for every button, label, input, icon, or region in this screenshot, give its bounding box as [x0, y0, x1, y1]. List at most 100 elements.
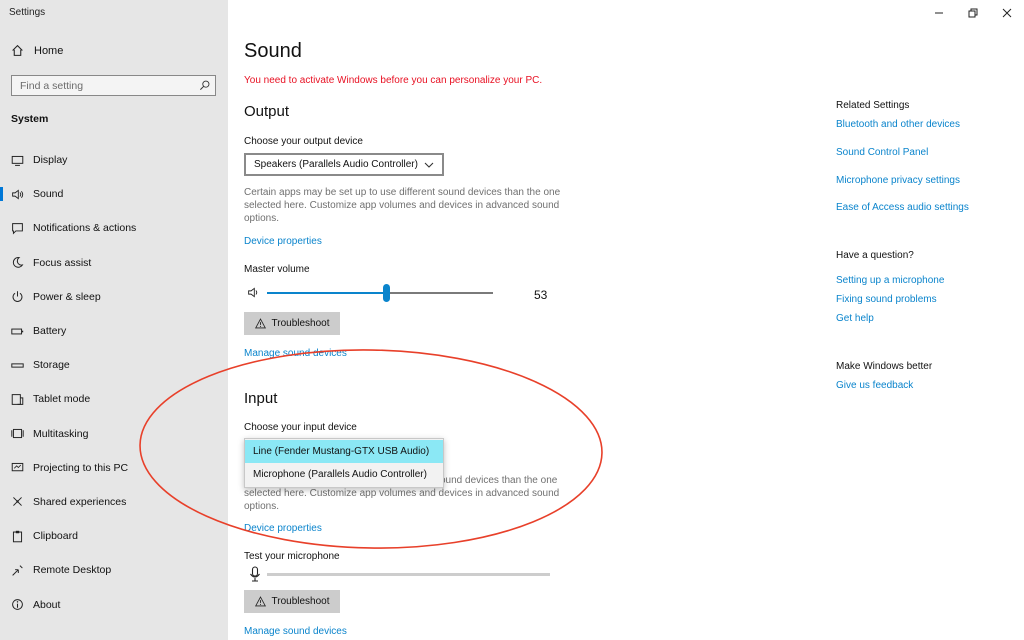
page-title: Sound	[244, 40, 302, 62]
help-link-get-help[interactable]: Get help	[836, 313, 874, 324]
master-volume-value: 53	[534, 288, 548, 302]
output-device-value: Speakers (Parallels Audio Controller)	[254, 159, 418, 170]
window-controls	[922, 0, 1024, 26]
sidebar-item-label: Multitasking	[33, 427, 89, 440]
sidebar-item-tablet-mode[interactable]: Tablet mode	[0, 382, 228, 416]
warning-icon	[254, 596, 266, 607]
mic-level-row	[244, 566, 564, 582]
output-troubleshoot-button[interactable]: Troubleshoot	[244, 312, 340, 335]
input-device-dropdown[interactable]: Line (Fender Mustang-GTX USB Audio) Micr…	[244, 438, 444, 488]
sidebar-item-storage[interactable]: Storage	[0, 348, 228, 382]
sidebar-item-power-sleep[interactable]: Power & sleep	[0, 280, 228, 314]
home-icon	[12, 44, 23, 56]
sidebar-item-label: Projecting to this PC	[33, 461, 129, 474]
restore-icon	[968, 8, 978, 18]
storage-icon	[11, 359, 24, 372]
input-device-option[interactable]: Microphone (Parallels Audio Controller)	[245, 463, 443, 486]
master-volume-label: Master volume	[244, 264, 310, 275]
sidebar-item-label: Focus assist	[33, 256, 92, 269]
output-device-select[interactable]: Speakers (Parallels Audio Controller)	[244, 153, 444, 176]
sidebar-item-label: Battery	[33, 325, 67, 338]
output-description: Certain apps may be set up to use differ…	[244, 187, 561, 224]
sidebar-item-shared-experiences[interactable]: Shared experiences	[0, 485, 228, 519]
sidebar-item-clipboard[interactable]: Clipboard	[0, 519, 228, 553]
multitasking-icon	[11, 427, 24, 440]
microphone-icon	[250, 566, 260, 582]
sidebar-item-remote-desktop[interactable]: Remote Desktop	[0, 553, 228, 587]
remote-icon	[11, 564, 24, 577]
sidebar-item-about[interactable]: About	[0, 587, 228, 621]
sidebar-item-notifications[interactable]: Notifications & actions	[0, 211, 228, 245]
related-link-microphone-privacy[interactable]: Microphone privacy settings	[836, 175, 960, 186]
power-icon	[11, 290, 24, 303]
input-description: selected here. Customize app volumes and…	[244, 488, 560, 512]
notification-icon	[11, 222, 24, 235]
input-device-properties-link[interactable]: Device properties	[244, 523, 322, 534]
search-input[interactable]	[20, 79, 190, 92]
warning-icon	[254, 318, 266, 329]
master-volume-thumb[interactable]	[383, 284, 391, 302]
output-device-label: Choose your output device	[244, 136, 363, 147]
sidebar-item-focus-assist[interactable]: Focus assist	[0, 246, 228, 280]
sidebar-item-sound[interactable]: Sound	[0, 177, 228, 211]
sidebar-item-label: Shared experiences	[33, 495, 127, 508]
display-icon	[11, 154, 24, 167]
input-device-label: Choose your input device	[244, 422, 357, 433]
section-label-system: System	[11, 113, 49, 125]
help-link-fixing-sound[interactable]: Fixing sound problems	[836, 294, 937, 305]
output-device-properties-link[interactable]: Device properties	[244, 236, 322, 247]
sidebar-home[interactable]: Home	[11, 44, 63, 57]
input-heading: Input	[244, 390, 278, 407]
sidebar-item-label: Display	[33, 154, 68, 167]
master-volume-fill	[267, 292, 387, 294]
master-volume-row: 53	[244, 284, 564, 302]
input-device-option[interactable]: Line (Fender Mustang-GTX USB Audio)	[245, 440, 443, 463]
close-icon	[1002, 8, 1012, 18]
search-icon[interactable]	[199, 80, 210, 91]
input-description-partial: ound devices than the one	[440, 475, 558, 486]
tablet-icon	[11, 393, 24, 406]
restore-button[interactable]	[956, 0, 990, 26]
sidebar-item-label: Storage	[33, 359, 70, 372]
sidebar-item-label: Power & sleep	[33, 290, 101, 303]
sidebar-item-label: About	[33, 598, 61, 611]
feedback-link[interactable]: Give us feedback	[836, 380, 913, 391]
speaker-icon[interactable]	[247, 286, 260, 299]
troubleshoot-label: Troubleshoot	[271, 318, 330, 329]
battery-icon	[11, 325, 24, 338]
clipboard-icon	[11, 530, 24, 543]
feedback-heading: Make Windows better	[836, 361, 933, 372]
related-link-sound-control-panel[interactable]: Sound Control Panel	[836, 147, 928, 158]
related-link-ease-of-access-audio[interactable]: Ease of Access audio settings	[836, 202, 969, 213]
related-settings-heading: Related Settings	[836, 100, 910, 111]
minimize-button[interactable]	[922, 0, 956, 26]
close-button[interactable]	[990, 0, 1024, 26]
output-heading: Output	[244, 103, 290, 120]
sidebar: Settings Home System Display Sound Notif…	[0, 0, 228, 640]
question-heading: Have a question?	[836, 250, 914, 261]
sidebar-item-battery[interactable]: Battery	[0, 314, 228, 348]
master-volume-slider[interactable]	[267, 284, 493, 302]
sidebar-item-label: Remote Desktop	[33, 564, 112, 577]
chevron-down-icon	[424, 162, 434, 168]
troubleshoot-label: Troubleshoot	[271, 596, 330, 607]
home-label: Home	[34, 44, 64, 57]
main-content: Sound You need to activate Windows befor…	[244, 0, 804, 640]
help-link-setting-up-microphone[interactable]: Setting up a microphone	[836, 275, 944, 286]
app-title: Settings	[9, 7, 46, 18]
minimize-icon	[935, 12, 943, 14]
shared-icon	[11, 495, 24, 508]
sidebar-item-display[interactable]: Display	[0, 143, 228, 177]
sidebar-item-label: Clipboard	[33, 530, 78, 543]
activation-warning: You need to activate Windows before you …	[244, 75, 543, 86]
input-troubleshoot-button[interactable]: Troubleshoot	[244, 590, 340, 613]
related-link-bluetooth[interactable]: Bluetooth and other devices	[836, 119, 960, 130]
sidebar-item-projecting[interactable]: Projecting to this PC	[0, 451, 228, 485]
input-manage-devices-link[interactable]: Manage sound devices	[244, 626, 347, 637]
output-manage-devices-link[interactable]: Manage sound devices	[244, 348, 347, 359]
sidebar-item-multitasking[interactable]: Multitasking	[0, 417, 228, 451]
sidebar-item-label: Tablet mode	[33, 393, 91, 406]
mic-level-meter	[267, 573, 550, 576]
sidebar-item-label: Notifications & actions	[33, 222, 137, 235]
search-box[interactable]	[11, 75, 216, 96]
